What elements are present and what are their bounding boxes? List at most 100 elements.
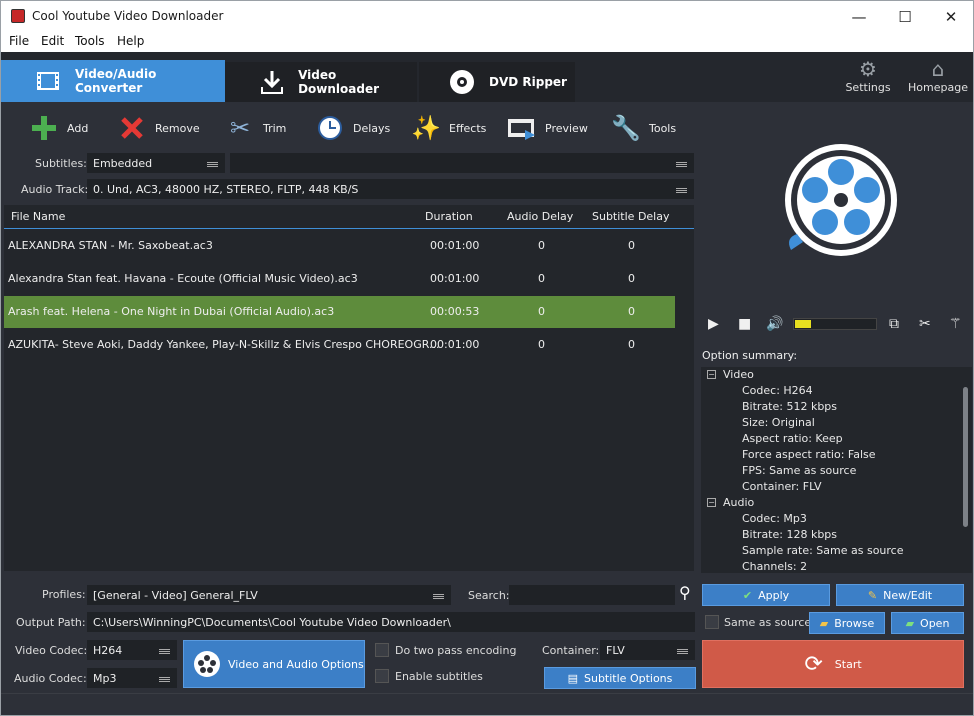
tree-item: FPS: Same as source bbox=[742, 464, 857, 477]
menu-help[interactable]: Help bbox=[117, 34, 144, 48]
menu-tools[interactable]: Tools bbox=[75, 34, 105, 48]
search-input[interactable] bbox=[509, 585, 675, 605]
video-audio-options-label: Video and Audio Options bbox=[228, 657, 364, 671]
search-icon[interactable]: ⚲ bbox=[679, 583, 691, 602]
play-icon[interactable]: ▶ bbox=[708, 316, 719, 332]
apply-button[interactable]: ✔ Apply bbox=[702, 584, 830, 606]
magic-wand-icon: ✨ bbox=[411, 114, 441, 142]
effects-button[interactable]: ✨ Effects bbox=[411, 112, 486, 144]
dropdown-icon bbox=[159, 649, 170, 654]
remove-x-icon bbox=[117, 113, 147, 143]
menu-bar: File Edit Tools Help bbox=[1, 32, 973, 52]
status-bar bbox=[1, 693, 973, 715]
new-edit-label: New/Edit bbox=[883, 588, 933, 602]
table-row-selected[interactable]: Arash feat. Helena - One Night in Dubai … bbox=[4, 296, 675, 328]
browse-label: Browse bbox=[834, 616, 875, 630]
scrollbar-thumb[interactable] bbox=[963, 387, 968, 527]
volume-level bbox=[795, 320, 812, 328]
check-icon: ✔ bbox=[742, 588, 753, 602]
tab-video-audio-converter[interactable]: Video/Audio Converter bbox=[1, 60, 225, 102]
tab-video-downloader[interactable]: Video Downloader bbox=[225, 62, 417, 102]
tree-item: Bitrate: 512 kbps bbox=[742, 400, 838, 413]
container-label: Container: bbox=[542, 644, 600, 657]
output-path-label: Output Path: bbox=[16, 616, 86, 629]
tree-item: Codec: H264 bbox=[742, 384, 813, 397]
header-audio-delay[interactable]: Audio Delay bbox=[507, 210, 573, 223]
trim-button[interactable]: ✂ Trim bbox=[225, 112, 286, 144]
row-subtitle-delay: 0 bbox=[628, 239, 635, 252]
collapse-icon[interactable]: − bbox=[707, 370, 716, 379]
magic-wand-icon[interactable]: ⚚ bbox=[949, 316, 962, 332]
remove-button[interactable]: Remove bbox=[117, 112, 200, 144]
enable-subtitles-checkbox[interactable] bbox=[375, 669, 389, 683]
video-codec-select[interactable]: H264 bbox=[87, 640, 177, 660]
tree-item: Aspect ratio: Keep bbox=[742, 432, 843, 445]
browse-button[interactable]: ▰ Browse bbox=[809, 612, 885, 634]
tab-label: Video Downloader bbox=[298, 68, 380, 96]
container-value: FLV bbox=[606, 644, 625, 657]
homepage-button[interactable]: ⌂ Homepage bbox=[903, 57, 973, 94]
collapse-icon[interactable]: − bbox=[707, 498, 716, 507]
audio-codec-select[interactable]: Mp3 bbox=[87, 668, 177, 688]
enable-subtitles-label: Enable subtitles bbox=[395, 670, 483, 683]
audio-codec-value: Mp3 bbox=[93, 672, 117, 685]
volume-slider[interactable] bbox=[793, 318, 877, 330]
subtitles-select[interactable]: Embedded bbox=[87, 153, 225, 173]
menu-file[interactable]: File bbox=[9, 34, 29, 48]
delays-button[interactable]: Delays bbox=[315, 112, 390, 144]
maximize-button[interactable]: ☐ bbox=[883, 5, 927, 29]
tab-dvd-ripper[interactable]: DVD Ripper bbox=[419, 62, 575, 102]
minimize-button[interactable]: — bbox=[837, 5, 881, 29]
tab-label: Video/Audio Converter bbox=[75, 67, 157, 95]
settings-button[interactable]: ⚙ Settings bbox=[833, 57, 903, 94]
disc-icon bbox=[449, 69, 475, 95]
external-open-icon[interactable]: ⧉ bbox=[889, 316, 899, 332]
container-select[interactable]: FLV bbox=[600, 640, 695, 660]
table-row[interactable]: Alexandra Stan feat. Havana - Ecoute (Of… bbox=[4, 263, 694, 295]
clock-icon bbox=[315, 113, 345, 143]
subtitles-file-select[interactable] bbox=[230, 153, 694, 173]
title-bar: Cool Youtube Video Downloader — ☐ ✕ bbox=[1, 1, 973, 32]
subtitle-options-button[interactable]: ▤ Subtitle Options bbox=[544, 667, 696, 689]
volume-icon[interactable]: 🔊 bbox=[766, 316, 783, 332]
new-edit-button[interactable]: ✎ New/Edit bbox=[836, 584, 964, 606]
close-button[interactable]: ✕ bbox=[929, 5, 973, 29]
tree-scrollbar[interactable] bbox=[961, 369, 970, 569]
tree-video-node[interactable]: Video bbox=[723, 368, 754, 381]
table-row[interactable]: AZUKITA- Steve Aoki, Daddy Yankee, Play-… bbox=[4, 329, 694, 361]
stop-icon[interactable]: ■ bbox=[738, 316, 751, 332]
scissors-icon: ✂ bbox=[229, 114, 251, 142]
row-file-name: Alexandra Stan feat. Havana - Ecoute (Of… bbox=[8, 272, 358, 285]
preview-button[interactable]: Preview bbox=[507, 112, 588, 144]
same-as-source-checkbox[interactable] bbox=[705, 615, 719, 629]
audio-track-select[interactable]: 0. Und, AC3, 48000 HZ, STEREO, FLTP, 448… bbox=[87, 179, 694, 199]
subtitle-options-label: Subtitle Options bbox=[584, 671, 673, 685]
two-pass-checkbox[interactable] bbox=[375, 643, 389, 657]
search-label: Search: bbox=[468, 589, 510, 602]
home-icon: ⌂ bbox=[931, 57, 945, 81]
row-duration: 00:01:00 bbox=[430, 272, 480, 285]
header-subtitle-delay[interactable]: Subtitle Delay bbox=[592, 210, 669, 223]
header-file-name[interactable]: File Name bbox=[11, 210, 65, 223]
preview-label: Preview bbox=[545, 121, 588, 135]
app-icon bbox=[11, 9, 25, 23]
film-icon bbox=[35, 68, 61, 94]
tree-audio-node[interactable]: Audio bbox=[723, 496, 754, 509]
start-button[interactable]: ⟳ Start bbox=[702, 640, 964, 688]
row-audio-delay: 0 bbox=[538, 239, 545, 252]
add-button[interactable]: Add bbox=[29, 112, 88, 144]
output-path-input[interactable]: C:\Users\WinningPC\Documents\Cool Youtub… bbox=[87, 612, 695, 632]
tools-button[interactable]: 🔧 Tools bbox=[611, 112, 676, 144]
open-button[interactable]: ▰ Open bbox=[891, 612, 964, 634]
profiles-select[interactable]: [General - Video] General_FLV bbox=[87, 585, 451, 605]
option-summary-tree[interactable]: − Video Codec: H264 Bitrate: 512 kbps Si… bbox=[701, 367, 972, 573]
video-audio-options-button[interactable]: Video and Audio Options bbox=[183, 640, 365, 688]
scissors-icon[interactable]: ✂ bbox=[919, 316, 931, 332]
two-pass-label: Do two pass encoding bbox=[395, 644, 517, 657]
video-codec-value: H264 bbox=[93, 644, 123, 657]
table-row[interactable]: ALEXANDRA STAN - Mr. Saxobeat.ac3 00:01:… bbox=[4, 230, 694, 262]
film-strip-icon bbox=[507, 113, 537, 143]
header-duration[interactable]: Duration bbox=[425, 210, 473, 223]
file-list[interactable]: File Name Duration Audio Delay Subtitle … bbox=[4, 205, 694, 571]
menu-edit[interactable]: Edit bbox=[41, 34, 64, 48]
